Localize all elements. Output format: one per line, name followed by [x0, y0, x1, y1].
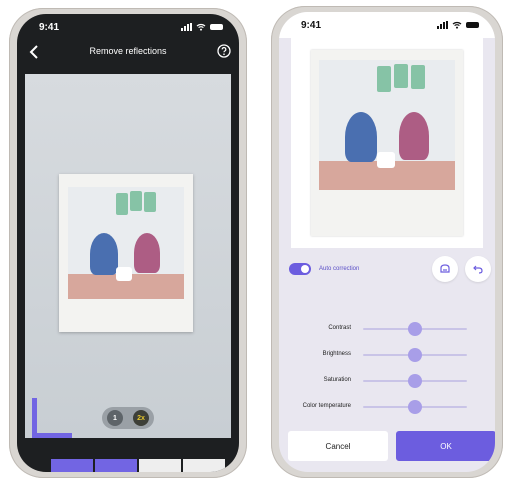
undo-icon: [473, 265, 483, 274]
progress-segment: [95, 459, 137, 472]
polaroid-photo: [59, 174, 193, 332]
right-screen: 9:41 Auto correction Contrast Brightness…: [279, 12, 495, 472]
auto-correction-row: Auto correction: [289, 259, 359, 279]
status-bar: 9:41: [279, 12, 495, 38]
battery-icon: [466, 22, 479, 28]
scan-corner-guide: [32, 398, 72, 438]
slider-knob[interactable]: [408, 374, 422, 388]
status-bar: 9:41: [17, 14, 239, 40]
photo-image: [319, 60, 455, 190]
signal-icon: [437, 21, 448, 29]
right-phone: 9:41 Auto correction Contrast Brightness…: [271, 6, 503, 478]
eraser-button[interactable]: [432, 256, 458, 282]
help-icon[interactable]: [217, 44, 231, 58]
adjustment-label: Contrast: [328, 325, 351, 331]
left-phone: 9:41 Remove reflections 1 2x: [9, 8, 247, 478]
battery-icon: [210, 24, 223, 30]
auto-correction-toggle[interactable]: [289, 263, 311, 275]
left-screen: 9:41 Remove reflections 1 2x: [17, 14, 239, 472]
page-title: Remove reflections: [89, 46, 167, 56]
auto-correction-label: Auto correction: [319, 266, 360, 272]
zoom-option-1x[interactable]: 1: [107, 410, 123, 426]
signal-icon: [181, 23, 192, 31]
nav-bar: Remove reflections: [17, 40, 239, 66]
adjustment-color-temperature: Color temperature: [279, 399, 495, 415]
slider-knob[interactable]: [408, 348, 422, 362]
adjustment-label: Color temperature: [302, 403, 351, 409]
photo-image: [68, 187, 184, 299]
slider-knob[interactable]: [408, 322, 422, 336]
camera-viewfinder: [25, 74, 231, 438]
wifi-icon: [452, 21, 462, 29]
progress-segment: [183, 459, 225, 472]
progress-segment: [139, 459, 181, 472]
polaroid-photo: [311, 50, 463, 236]
adjustment-label: Brightness: [322, 351, 351, 357]
eraser-icon: [440, 264, 450, 273]
photo-preview: [291, 38, 483, 248]
adjustment-contrast: Contrast: [279, 321, 495, 337]
adjustment-label: Saturation: [323, 377, 351, 383]
zoom-option-2x[interactable]: 2x: [133, 410, 149, 426]
status-time: 9:41: [39, 22, 60, 33]
adjustment-saturation: Saturation: [279, 373, 495, 389]
progress-segment: [51, 459, 93, 472]
progress-segments: [51, 459, 225, 472]
status-time: 9:41: [301, 20, 322, 31]
undo-button[interactable]: [465, 256, 491, 282]
adjustment-brightness: Brightness: [279, 347, 495, 363]
wifi-icon: [196, 23, 206, 31]
slider-knob[interactable]: [408, 400, 422, 414]
zoom-selector[interactable]: 1 2x: [102, 407, 154, 429]
cancel-button[interactable]: Cancel: [288, 431, 388, 461]
ok-button[interactable]: OK: [396, 431, 495, 461]
back-arrow-icon[interactable]: [25, 42, 45, 62]
